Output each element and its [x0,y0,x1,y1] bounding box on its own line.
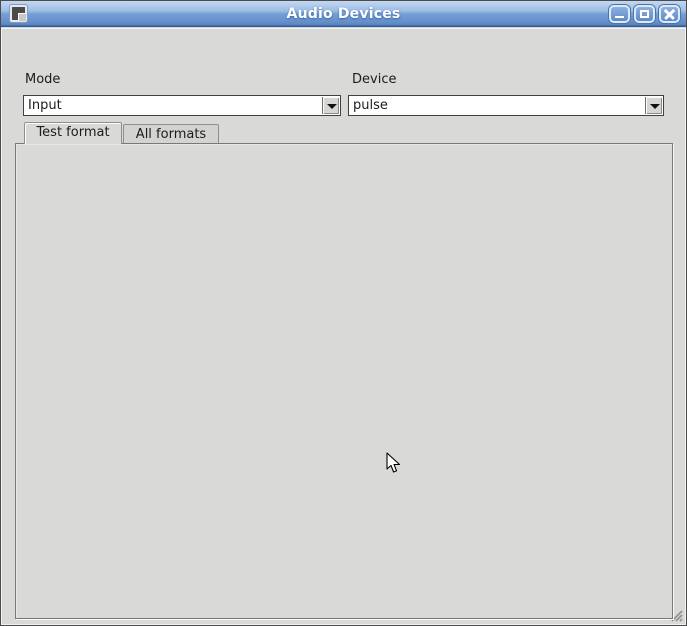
chevron-down-icon[interactable] [322,97,339,114]
window-controls [609,5,680,23]
device-value: pulse [353,98,643,113]
app-window-icon[interactable] [10,5,27,22]
tab-all-formats[interactable]: All formats [123,124,219,144]
chevron-down-icon[interactable] [645,97,662,114]
window-title: Audio Devices [1,6,686,22]
device-combobox[interactable]: pulse [348,95,664,116]
minimize-icon [615,16,624,18]
tab-label: Test format [36,125,109,140]
titlebar[interactable]: Audio Devices [1,1,686,27]
tab-test-format[interactable]: Test format [24,122,122,144]
mode-combobox[interactable]: Input [23,95,341,116]
test-format-panel [15,143,673,619]
minimize-button[interactable] [609,5,630,23]
tab-label: All formats [136,127,206,142]
window-body: Mode Device Input pulse Test format All … [1,28,686,625]
mode-value: Input [28,98,320,113]
maximize-icon [640,10,649,18]
maximize-button[interactable] [634,5,655,23]
audio-devices-window: Audio Devices Mode Device Input pulse Te… [0,0,687,626]
close-button[interactable] [659,5,680,23]
device-label: Device [352,72,396,87]
mode-label: Mode [25,72,60,87]
